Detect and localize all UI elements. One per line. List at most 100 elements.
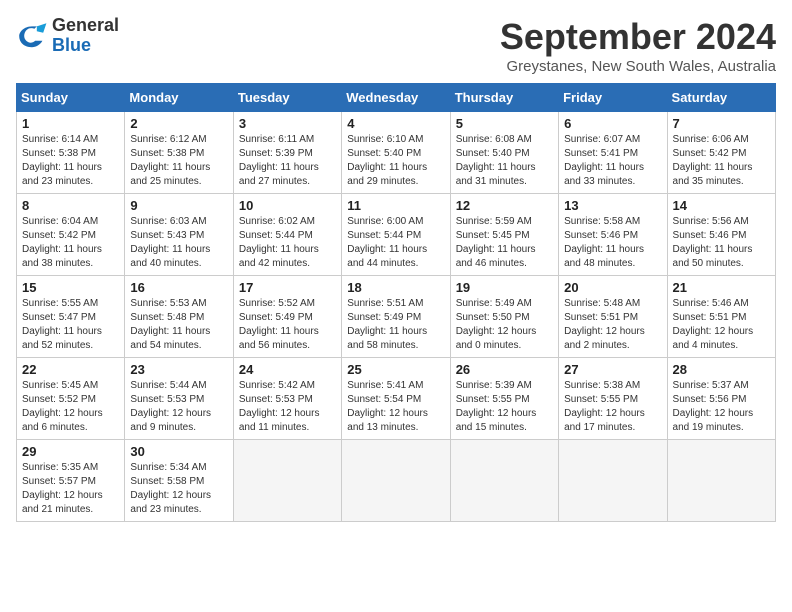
table-row: 8 Sunrise: 6:04 AM Sunset: 5:42 PM Dayli… [17,194,125,276]
day-info: Sunrise: 5:48 AM Sunset: 5:51 PM Dayligh… [564,297,661,353]
table-row: 24 Sunrise: 5:42 AM Sunset: 5:53 PM Dayl… [233,358,341,440]
day-number: 19 [456,280,553,295]
header-tuesday: Tuesday [233,84,341,112]
day-info: Sunrise: 5:44 AM Sunset: 5:53 PM Dayligh… [130,379,227,435]
day-number: 20 [564,280,661,295]
table-row: 21 Sunrise: 5:46 AM Sunset: 5:51 PM Dayl… [667,276,775,358]
day-number: 25 [347,362,444,377]
day-number: 18 [347,280,444,295]
day-number: 14 [673,198,770,213]
day-info: Sunrise: 5:45 AM Sunset: 5:52 PM Dayligh… [22,379,119,435]
day-info: Sunrise: 6:11 AM Sunset: 5:39 PM Dayligh… [239,133,336,189]
table-row: 4 Sunrise: 6:10 AM Sunset: 5:40 PM Dayli… [342,112,450,194]
day-number: 11 [347,198,444,213]
day-info: Sunrise: 5:35 AM Sunset: 5:57 PM Dayligh… [22,461,119,517]
table-row: 7 Sunrise: 6:06 AM Sunset: 5:42 PM Dayli… [667,112,775,194]
header-saturday: Saturday [667,84,775,112]
table-row: 5 Sunrise: 6:08 AM Sunset: 5:40 PM Dayli… [450,112,558,194]
month-title: September 2024 [500,16,776,58]
day-number: 7 [673,116,770,131]
header-thursday: Thursday [450,84,558,112]
table-row [233,440,341,522]
day-info: Sunrise: 5:46 AM Sunset: 5:51 PM Dayligh… [673,297,770,353]
table-row: 6 Sunrise: 6:07 AM Sunset: 5:41 PM Dayli… [559,112,667,194]
day-number: 2 [130,116,227,131]
day-number: 24 [239,362,336,377]
day-info: Sunrise: 5:52 AM Sunset: 5:49 PM Dayligh… [239,297,336,353]
table-row: 3 Sunrise: 6:11 AM Sunset: 5:39 PM Dayli… [233,112,341,194]
table-row: 16 Sunrise: 5:53 AM Sunset: 5:48 PM Dayl… [125,276,233,358]
table-row [450,440,558,522]
day-info: Sunrise: 6:04 AM Sunset: 5:42 PM Dayligh… [22,215,119,271]
table-row [342,440,450,522]
header-friday: Friday [559,84,667,112]
header-sunday: Sunday [17,84,125,112]
day-info: Sunrise: 5:39 AM Sunset: 5:55 PM Dayligh… [456,379,553,435]
table-row: 28 Sunrise: 5:37 AM Sunset: 5:56 PM Dayl… [667,358,775,440]
table-row: 2 Sunrise: 6:12 AM Sunset: 5:38 PM Dayli… [125,112,233,194]
day-info: Sunrise: 5:51 AM Sunset: 5:49 PM Dayligh… [347,297,444,353]
day-number: 8 [22,198,119,213]
table-row: 19 Sunrise: 5:49 AM Sunset: 5:50 PM Dayl… [450,276,558,358]
day-number: 17 [239,280,336,295]
table-row: 20 Sunrise: 5:48 AM Sunset: 5:51 PM Dayl… [559,276,667,358]
day-info: Sunrise: 5:55 AM Sunset: 5:47 PM Dayligh… [22,297,119,353]
day-info: Sunrise: 6:12 AM Sunset: 5:38 PM Dayligh… [130,133,227,189]
table-row: 1 Sunrise: 6:14 AM Sunset: 5:38 PM Dayli… [17,112,125,194]
header-monday: Monday [125,84,233,112]
day-number: 6 [564,116,661,131]
title-block: September 2024 Greystanes, New South Wal… [500,16,776,75]
day-number: 23 [130,362,227,377]
day-number: 13 [564,198,661,213]
day-info: Sunrise: 5:56 AM Sunset: 5:46 PM Dayligh… [673,215,770,271]
table-row: 10 Sunrise: 6:02 AM Sunset: 5:44 PM Dayl… [233,194,341,276]
page-header: General Blue September 2024 Greystanes, … [16,16,776,75]
calendar-table: Sunday Monday Tuesday Wednesday Thursday… [16,83,776,522]
table-row: 9 Sunrise: 6:03 AM Sunset: 5:43 PM Dayli… [125,194,233,276]
table-row: 12 Sunrise: 5:59 AM Sunset: 5:45 PM Dayl… [450,194,558,276]
day-number: 9 [130,198,227,213]
day-number: 15 [22,280,119,295]
day-info: Sunrise: 6:03 AM Sunset: 5:43 PM Dayligh… [130,215,227,271]
day-number: 10 [239,198,336,213]
logo: General Blue [16,16,119,56]
day-info: Sunrise: 5:37 AM Sunset: 5:56 PM Dayligh… [673,379,770,435]
day-info: Sunrise: 5:53 AM Sunset: 5:48 PM Dayligh… [130,297,227,353]
logo-icon [16,20,48,52]
day-info: Sunrise: 6:10 AM Sunset: 5:40 PM Dayligh… [347,133,444,189]
table-row: 15 Sunrise: 5:55 AM Sunset: 5:47 PM Dayl… [17,276,125,358]
day-info: Sunrise: 6:07 AM Sunset: 5:41 PM Dayligh… [564,133,661,189]
table-row [667,440,775,522]
day-info: Sunrise: 5:42 AM Sunset: 5:53 PM Dayligh… [239,379,336,435]
day-number: 22 [22,362,119,377]
day-info: Sunrise: 5:34 AM Sunset: 5:58 PM Dayligh… [130,461,227,517]
table-row: 14 Sunrise: 5:56 AM Sunset: 5:46 PM Dayl… [667,194,775,276]
day-info: Sunrise: 5:58 AM Sunset: 5:46 PM Dayligh… [564,215,661,271]
table-row: 18 Sunrise: 5:51 AM Sunset: 5:49 PM Dayl… [342,276,450,358]
header-wednesday: Wednesday [342,84,450,112]
table-row: 27 Sunrise: 5:38 AM Sunset: 5:55 PM Dayl… [559,358,667,440]
day-number: 30 [130,444,227,459]
day-number: 21 [673,280,770,295]
table-row: 13 Sunrise: 5:58 AM Sunset: 5:46 PM Dayl… [559,194,667,276]
table-row: 23 Sunrise: 5:44 AM Sunset: 5:53 PM Dayl… [125,358,233,440]
table-row: 25 Sunrise: 5:41 AM Sunset: 5:54 PM Dayl… [342,358,450,440]
day-info: Sunrise: 5:41 AM Sunset: 5:54 PM Dayligh… [347,379,444,435]
location-subtitle: Greystanes, New South Wales, Australia [500,58,776,75]
day-info: Sunrise: 6:00 AM Sunset: 5:44 PM Dayligh… [347,215,444,271]
table-row: 26 Sunrise: 5:39 AM Sunset: 5:55 PM Dayl… [450,358,558,440]
day-number: 4 [347,116,444,131]
day-info: Sunrise: 6:06 AM Sunset: 5:42 PM Dayligh… [673,133,770,189]
day-info: Sunrise: 6:02 AM Sunset: 5:44 PM Dayligh… [239,215,336,271]
day-info: Sunrise: 5:38 AM Sunset: 5:55 PM Dayligh… [564,379,661,435]
day-info: Sunrise: 5:49 AM Sunset: 5:50 PM Dayligh… [456,297,553,353]
day-number: 27 [564,362,661,377]
table-row: 22 Sunrise: 5:45 AM Sunset: 5:52 PM Dayl… [17,358,125,440]
day-number: 5 [456,116,553,131]
day-info: Sunrise: 5:59 AM Sunset: 5:45 PM Dayligh… [456,215,553,271]
day-number: 12 [456,198,553,213]
table-row: 17 Sunrise: 5:52 AM Sunset: 5:49 PM Dayl… [233,276,341,358]
table-row: 11 Sunrise: 6:00 AM Sunset: 5:44 PM Dayl… [342,194,450,276]
table-row [559,440,667,522]
day-number: 29 [22,444,119,459]
